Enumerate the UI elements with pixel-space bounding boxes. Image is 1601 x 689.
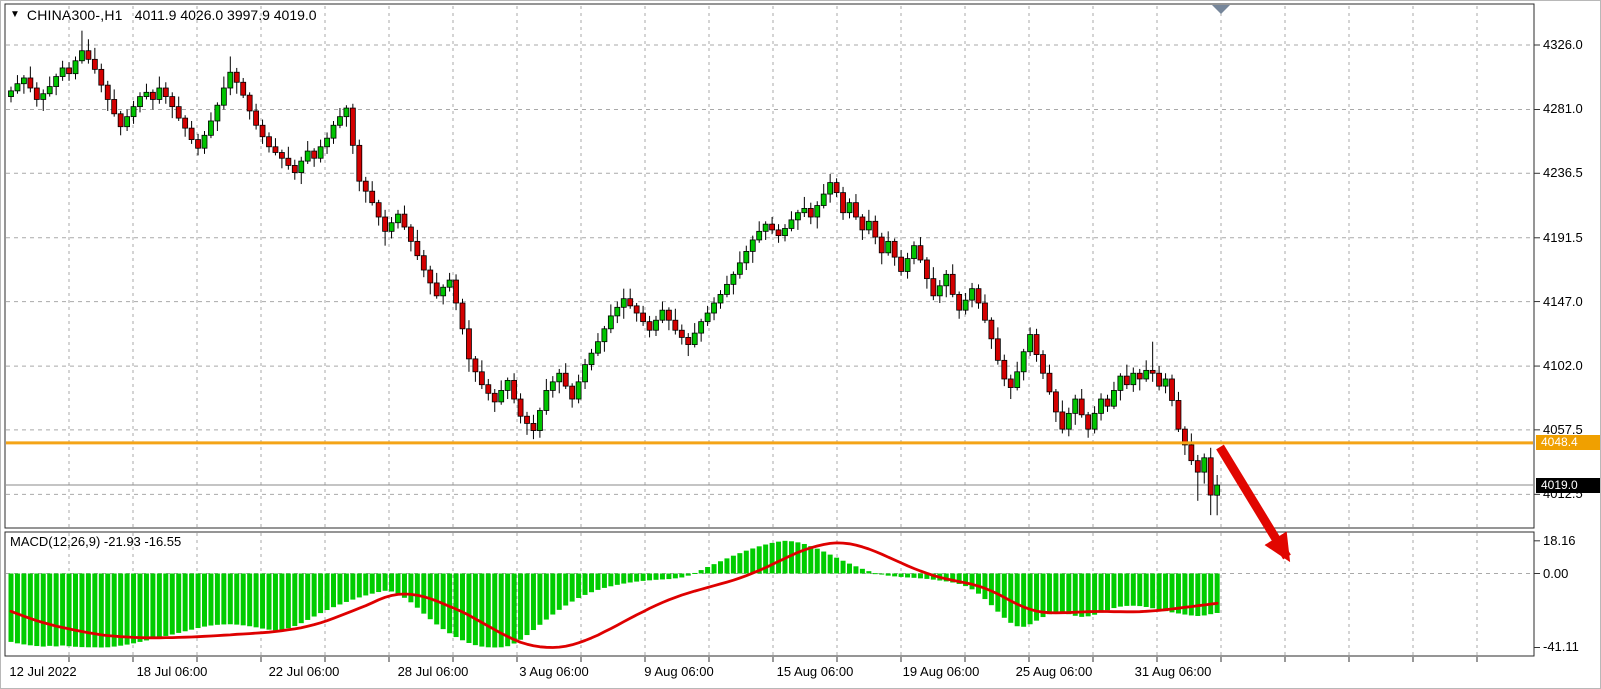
price-axis-label: 4281.0 bbox=[1543, 101, 1583, 116]
annotation-layer bbox=[1220, 447, 1287, 557]
price-axis-label: 4191.5 bbox=[1543, 230, 1583, 245]
price-axis-label: 4147.0 bbox=[1543, 294, 1583, 309]
macd-axis-label: 0.00 bbox=[1543, 566, 1568, 581]
chart-window: ▼ CHINA300-,H1 4011.9 4026.0 3997.9 4019… bbox=[0, 0, 1601, 689]
chart-title-row: ▼ CHINA300-,H1 4011.9 4026.0 3997.9 4019… bbox=[10, 7, 317, 23]
grid-layer bbox=[6, 6, 1533, 655]
time-axis-label: 22 Jul 06:00 bbox=[269, 664, 340, 679]
symbol-period-label: CHINA300-,H1 bbox=[27, 7, 123, 23]
price-axis-label: 4326.0 bbox=[1543, 37, 1583, 52]
frame-layer bbox=[5, 4, 1534, 656]
resistance-price-badge: 4048.4 bbox=[1536, 435, 1601, 450]
time-axis-label: 31 Aug 06:00 bbox=[1135, 664, 1212, 679]
marker-layer bbox=[1212, 5, 1230, 14]
time-axis-label: 18 Jul 06:00 bbox=[137, 664, 208, 679]
time-axis-label: 9 Aug 06:00 bbox=[644, 664, 713, 679]
chart-shift-marker-icon bbox=[1212, 5, 1230, 14]
time-axis-label: 28 Jul 06:00 bbox=[398, 664, 469, 679]
macd-histogram-layer bbox=[9, 541, 1220, 648]
time-axis-label: 19 Aug 06:00 bbox=[903, 664, 980, 679]
ohlc-values-label: 4011.9 4026.0 3997.9 4019.0 bbox=[135, 7, 317, 23]
trend-arrow-annotation bbox=[1220, 447, 1287, 557]
time-axis-label: 3 Aug 06:00 bbox=[519, 664, 588, 679]
price-axis-label: 4102.0 bbox=[1543, 358, 1583, 373]
last-price-badge: 4019.0 bbox=[1536, 478, 1601, 493]
macd-axis-label: -41.11 bbox=[1543, 639, 1579, 654]
chart-canvas[interactable] bbox=[1, 1, 1601, 689]
macd-axis-label: 18.16 bbox=[1543, 533, 1576, 548]
macd-indicator-label: MACD(12,26,9) -21.93 -16.55 bbox=[10, 534, 181, 549]
time-axis-label: 15 Aug 06:00 bbox=[777, 664, 854, 679]
time-axis-label: 25 Aug 06:00 bbox=[1016, 664, 1093, 679]
price-axis-label: 4236.5 bbox=[1543, 165, 1583, 180]
time-axis-label: 12 Jul 2022 bbox=[9, 664, 76, 679]
symbol-dropdown-icon[interactable]: ▼ bbox=[10, 8, 20, 22]
